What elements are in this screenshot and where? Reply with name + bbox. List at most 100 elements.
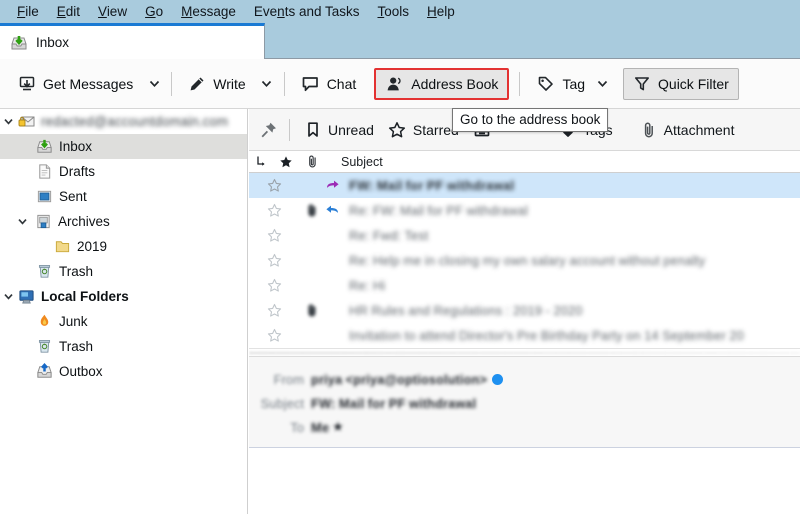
message-list-column-header: Subject bbox=[249, 151, 800, 173]
pin-icon[interactable] bbox=[259, 120, 279, 140]
menu-events-and-tasks[interactable]: Events and Tasks bbox=[245, 0, 369, 23]
sidebar-item-local-trash[interactable]: Trash bbox=[0, 334, 247, 359]
write-label: Write bbox=[213, 75, 246, 92]
chat-label: Chat bbox=[326, 75, 357, 92]
write-dropdown[interactable] bbox=[256, 68, 278, 100]
folder-account-row[interactable]: redacted@accountdomain.com bbox=[0, 109, 247, 134]
column-star[interactable] bbox=[273, 151, 299, 173]
sidebar-item-trash-label: Trash bbox=[59, 264, 94, 279]
column-subject[interactable]: Subject bbox=[325, 151, 800, 173]
table-row[interactable]: Re: Help me in closing my own salary acc… bbox=[249, 248, 800, 273]
chat-button[interactable]: Chat bbox=[291, 68, 367, 100]
message-from-row: From priya <priya@optiosolution> bbox=[249, 367, 800, 391]
toolbar-separator-2 bbox=[283, 71, 285, 96]
table-row[interactable]: HR Rules and Regulations : 2019 - 2020 bbox=[249, 298, 800, 323]
from-value[interactable]: priya <priya@optiosolution> bbox=[311, 372, 487, 387]
column-subject-label: Subject bbox=[341, 154, 383, 169]
presence-badge-icon bbox=[491, 373, 503, 385]
row-subject: Re: FW: Mail for PF withdrawal bbox=[349, 203, 528, 218]
archives-icon bbox=[33, 213, 53, 230]
sidebar-item-junk[interactable]: Junk bbox=[0, 309, 247, 334]
toolbar-separator-3 bbox=[519, 71, 521, 96]
menu-help[interactable]: Help bbox=[418, 0, 464, 23]
row-star-icon[interactable] bbox=[249, 303, 299, 318]
sidebar-item-trash[interactable]: Trash bbox=[0, 259, 247, 284]
subject-label: Subject bbox=[260, 395, 304, 411]
qf-unread-label: Unread bbox=[328, 121, 374, 138]
folder-pane[interactable]: redacted@accountdomain.com Inbox Drafts … bbox=[0, 109, 248, 514]
address-book-button[interactable]: Address Book bbox=[374, 67, 510, 100]
table-row[interactable]: Re: Hi bbox=[249, 273, 800, 298]
menu-edit[interactable]: Edit bbox=[48, 0, 89, 23]
tag-button[interactable]: Tag bbox=[526, 68, 619, 100]
to-star-icon[interactable]: ★ bbox=[332, 419, 344, 435]
get-messages-dropdown[interactable] bbox=[143, 68, 165, 100]
menu-file[interactable]: FFileile bbox=[8, 0, 48, 23]
message-area: Unread Starred Contact bbox=[249, 109, 800, 514]
qf-separator bbox=[289, 118, 290, 141]
to-value[interactable]: Me bbox=[311, 420, 329, 435]
sidebar-item-2019-label: 2019 bbox=[77, 239, 108, 254]
contact-person-icon bbox=[385, 75, 404, 93]
table-row[interactable]: Re: Fwd: Test bbox=[249, 223, 800, 248]
menu-view[interactable]: View bbox=[89, 0, 136, 23]
to-label: To bbox=[290, 419, 304, 435]
sidebar-item-archives[interactable]: Archives bbox=[0, 209, 247, 234]
menu-message[interactable]: Message bbox=[172, 0, 245, 23]
tab-strip: Inbox bbox=[0, 23, 800, 59]
twisty-down-icon[interactable] bbox=[0, 291, 16, 302]
row-attachment-icon bbox=[299, 303, 325, 318]
trash-icon bbox=[34, 338, 54, 355]
row-attachment-icon bbox=[299, 203, 325, 218]
sidebar-item-drafts[interactable]: Drafts bbox=[0, 159, 247, 184]
row-star-icon[interactable] bbox=[249, 278, 299, 293]
row-star-icon[interactable] bbox=[249, 178, 299, 193]
from-label: From bbox=[273, 371, 304, 387]
chevron-down-icon bbox=[596, 77, 609, 90]
address-book-label: Address Book bbox=[411, 75, 499, 92]
quick-filter-button[interactable]: Quick Filter bbox=[623, 67, 739, 100]
get-messages-label: Get Messages bbox=[43, 75, 134, 92]
row-star-icon[interactable] bbox=[249, 328, 299, 343]
outbox-icon bbox=[34, 363, 54, 380]
tab-inbox[interactable]: Inbox bbox=[0, 23, 265, 59]
table-row[interactable]: Re: FW: Mail for PF withdrawal bbox=[249, 198, 800, 223]
junk-flame-icon bbox=[34, 313, 54, 330]
sidebar-item-sent[interactable]: Sent bbox=[0, 184, 247, 209]
row-subject: Re: Help me in closing my own salary acc… bbox=[349, 253, 706, 268]
sidebar-item-local-trash-label: Trash bbox=[59, 339, 94, 354]
twisty-down-icon[interactable] bbox=[0, 116, 16, 127]
main-toolbar: Get Messages Write Chat Address Book Tag… bbox=[0, 59, 800, 109]
row-star-icon[interactable] bbox=[249, 253, 299, 268]
row-star-icon[interactable] bbox=[249, 203, 299, 218]
menu-go[interactable]: Go bbox=[136, 0, 172, 23]
tab-inbox-label: Inbox bbox=[36, 35, 70, 50]
row-star-icon[interactable] bbox=[249, 228, 299, 243]
replied-arrow-icon bbox=[325, 204, 347, 217]
sidebar-item-outbox[interactable]: Outbox bbox=[0, 359, 247, 384]
sidebar-item-2019[interactable]: 2019 bbox=[0, 234, 247, 259]
sidebar-item-local-folders[interactable]: Local Folders bbox=[0, 284, 247, 309]
menu-tools[interactable]: Tools bbox=[368, 0, 418, 23]
sidebar-item-outbox-label: Outbox bbox=[59, 364, 103, 379]
pane-splitter[interactable] bbox=[249, 348, 800, 356]
table-row[interactable]: Invitation to attend Director's Pre Birt… bbox=[249, 323, 800, 348]
inbox-icon bbox=[34, 138, 54, 155]
table-row[interactable]: FW: Mail for PF withdrawal bbox=[249, 173, 800, 198]
write-button[interactable]: Write bbox=[178, 68, 255, 100]
sidebar-item-inbox-label: Inbox bbox=[59, 139, 93, 154]
sidebar-item-inbox[interactable]: Inbox bbox=[0, 134, 247, 159]
paperclip-icon bbox=[306, 154, 319, 169]
qf-attachment-button[interactable]: Attachment bbox=[634, 116, 742, 144]
row-subject: FW: Mail for PF withdrawal bbox=[349, 178, 515, 193]
get-messages-button[interactable]: Get Messages bbox=[8, 68, 143, 100]
column-thread[interactable] bbox=[249, 151, 273, 173]
menu-bar: FFileile Edit View Go Message Events and… bbox=[0, 0, 800, 23]
message-subject-row: Subject FW: Mail for PF withdrawal bbox=[249, 391, 800, 415]
qf-unread-button[interactable]: Unread bbox=[298, 116, 381, 144]
row-subject: Re: Fwd: Test bbox=[349, 228, 429, 243]
message-list[interactable]: FW: Mail for PF withdrawal Re: FW: Mail … bbox=[249, 173, 800, 348]
subject-value: FW: Mail for PF withdrawal bbox=[311, 395, 477, 411]
twisty-down-icon[interactable] bbox=[14, 216, 30, 227]
column-attachment[interactable] bbox=[299, 151, 325, 173]
